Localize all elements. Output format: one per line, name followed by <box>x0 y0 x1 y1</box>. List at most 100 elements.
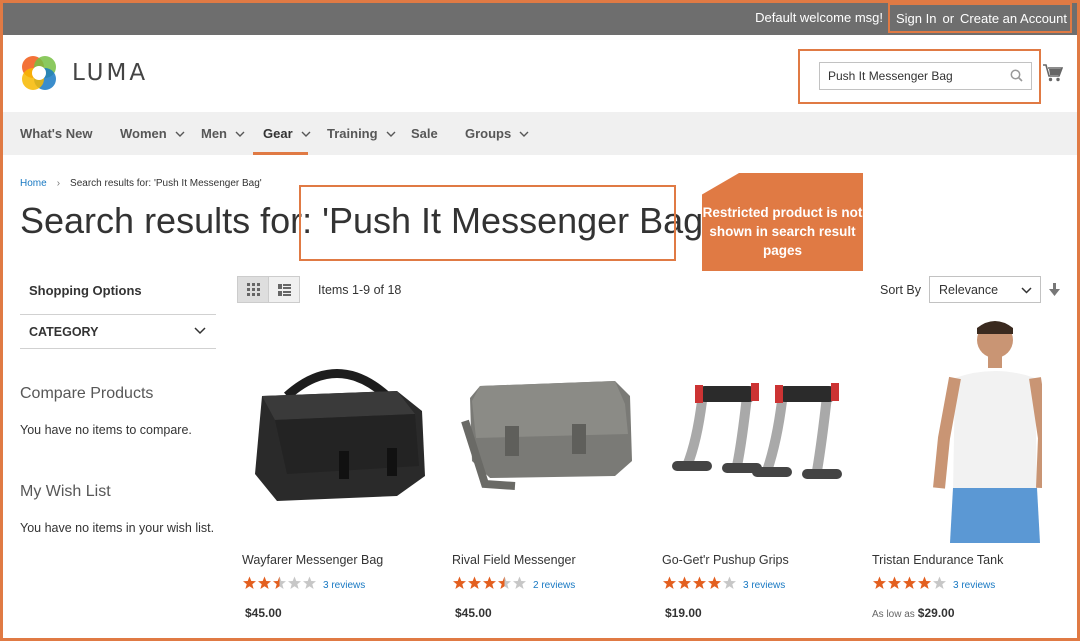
star-icon <box>288 576 301 589</box>
star-icon <box>483 576 496 589</box>
grid-view-button[interactable] <box>237 276 269 303</box>
star-icon <box>303 576 316 589</box>
luma-logo[interactable]: LUMA <box>20 54 148 92</box>
chevron-down-icon <box>519 131 529 137</box>
nav-item-label: Women <box>120 126 167 141</box>
price-value: $29.00 <box>917 606 955 620</box>
product-rating: 3 reviews <box>872 576 995 595</box>
nav-item-label: What's New <box>20 126 93 141</box>
nav-item-label: Groups <box>465 126 512 141</box>
breadcrumb-separator-icon: › <box>56 178 61 189</box>
star-icon <box>693 576 706 589</box>
shopping-options-title: Shopping Options <box>29 283 142 298</box>
chevron-down-icon <box>175 131 185 137</box>
grid-icon <box>246 283 260 296</box>
list-view-button[interactable] <box>268 276 300 303</box>
product-image[interactable] <box>242 318 432 543</box>
reviews-link[interactable]: 3 reviews <box>323 580 365 591</box>
compare-products-title: Compare Products <box>20 385 154 402</box>
or-separator: or <box>942 11 955 26</box>
star-icon <box>453 576 466 589</box>
product-price: $19.00 <box>662 606 702 620</box>
product-rating: 2 reviews <box>452 576 575 595</box>
star-icon <box>273 576 286 589</box>
price-value: $19.00 <box>665 606 702 620</box>
messenger-bag-image <box>255 368 425 501</box>
breadcrumb: Home › Search results for: 'Push It Messen… <box>20 178 262 189</box>
chevron-down-icon <box>194 327 206 335</box>
pushup-grips-image <box>672 382 842 479</box>
wish-list-empty-text: You have no items in your wish list. <box>20 521 215 535</box>
star-icon <box>933 576 946 589</box>
tank-top-model-image <box>933 321 1042 543</box>
star-icon <box>708 576 721 589</box>
star-icon <box>888 576 901 589</box>
chevron-down-icon <box>235 131 245 137</box>
product-item: Go-Get'r Pushup Grips 3 reviews $19.00 <box>662 318 852 620</box>
product-name-link[interactable]: Rival Field Messenger <box>452 553 576 567</box>
create-account-link[interactable]: Create an Account <box>960 11 1067 26</box>
price-prefix: As low as <box>872 609 915 620</box>
star-icon <box>918 576 931 589</box>
star-icon <box>468 576 481 589</box>
product-item: Rival Field Messenger 2 reviews $45.00 <box>452 318 642 620</box>
product-name-link[interactable]: Wayfarer Messenger Bag <box>242 553 383 567</box>
search-box <box>819 62 1032 90</box>
nav-active-indicator <box>253 152 308 155</box>
star-icon <box>513 576 526 589</box>
sign-in-link[interactable]: Sign In <box>896 11 936 26</box>
search-icon[interactable] <box>1010 69 1023 82</box>
logo-wordmark: LUMA <box>72 60 149 86</box>
sort-by-label: Sort By <box>880 283 921 297</box>
product-item: Wayfarer Messenger Bag 3 reviews $45.00 <box>242 318 432 620</box>
field-messenger-bag-image <box>460 380 632 490</box>
product-image[interactable] <box>452 318 642 543</box>
cart-icon[interactable] <box>1043 64 1063 82</box>
product-image[interactable] <box>872 318 1062 543</box>
chevron-down-icon <box>1021 287 1032 294</box>
compare-empty-text: You have no items to compare. <box>20 423 192 437</box>
nav-item-label: Gear <box>263 126 293 141</box>
star-icon <box>723 576 736 589</box>
nav-item-gear[interactable]: Gear <box>263 126 311 141</box>
product-price: $45.00 <box>452 606 492 620</box>
sort-by-select[interactable]: Relevance <box>929 276 1041 303</box>
breadcrumb-home-link[interactable]: Home <box>20 178 47 189</box>
luma-logo-icon <box>22 56 56 90</box>
nav-item-training[interactable]: Training <box>327 126 396 141</box>
star-icon <box>258 576 271 589</box>
nav-item-whats-new[interactable]: What's New <box>20 126 92 141</box>
search-input[interactable] <box>820 63 1000 89</box>
account-links-highlight: Sign In or Create an Account <box>888 3 1072 33</box>
category-filter[interactable]: CATEGORY <box>20 314 216 349</box>
nav-item-sale[interactable]: Sale <box>411 126 438 141</box>
star-icon <box>903 576 916 589</box>
star-icon <box>663 576 676 589</box>
nav-item-label: Sale <box>411 126 438 141</box>
reviews-link[interactable]: 2 reviews <box>533 580 575 591</box>
search-query-highlight <box>299 185 676 261</box>
nav-item-groups[interactable]: Groups <box>465 126 529 141</box>
nav-item-men[interactable]: Men <box>201 126 245 141</box>
list-icon <box>277 283 291 296</box>
product-item: Tristan Endurance Tank 3 reviews As low … <box>872 318 1062 620</box>
reviews-link[interactable]: 3 reviews <box>953 580 995 591</box>
sort-by-value: Relevance <box>939 283 999 297</box>
main-navigation: What's New Women Men Gear Training Sale … <box>0 112 1080 155</box>
product-image[interactable] <box>662 318 852 543</box>
product-price: $45.00 <box>242 606 282 620</box>
star-icon <box>498 576 511 589</box>
nav-item-label: Men <box>201 126 227 141</box>
star-icon <box>873 576 886 589</box>
star-icon <box>678 576 691 589</box>
wish-list-title: My Wish List <box>20 483 111 500</box>
category-filter-label: CATEGORY <box>29 325 99 339</box>
product-name-link[interactable]: Go-Get'r Pushup Grips <box>662 553 789 567</box>
product-name-link[interactable]: Tristan Endurance Tank <box>872 553 1003 567</box>
view-mode-switcher <box>237 276 300 303</box>
sort-direction-arrow-icon[interactable] <box>1049 283 1060 296</box>
reviews-link[interactable]: 3 reviews <box>743 580 785 591</box>
product-rating: 3 reviews <box>662 576 785 595</box>
chevron-down-icon <box>386 131 396 137</box>
nav-item-women[interactable]: Women <box>120 126 185 141</box>
